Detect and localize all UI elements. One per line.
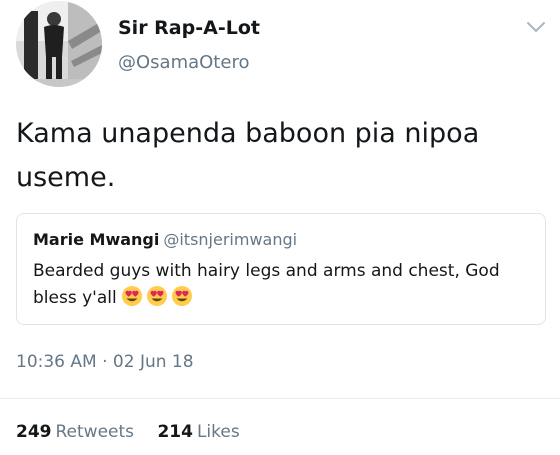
tweet-time: 10:36 AM	[16, 352, 97, 372]
tweet-date: 02 Jun 18	[112, 352, 194, 372]
quoted-tweet-body: Bearded guys with hairy legs and arms an…	[33, 258, 533, 316]
quoted-display-name: Marie Mwangi	[33, 230, 160, 249]
quoted-handle: @itsnjerimwangi	[163, 230, 298, 249]
chevron-down-icon[interactable]	[526, 19, 546, 33]
author-display-name[interactable]: Sir Rap-A-Lot	[118, 17, 260, 39]
retweets-count: 249	[16, 422, 52, 442]
retweets-stat[interactable]: 249 Retweets	[16, 422, 134, 442]
tweet-timestamp[interactable]: 10:36 AM · 02 Jun 18	[16, 352, 194, 372]
avatar[interactable]	[16, 1, 102, 87]
heart-eyes-emoji-icon	[146, 285, 168, 307]
likes-stat[interactable]: 214 Likes	[157, 422, 239, 442]
emoji-group	[121, 285, 196, 316]
quoted-tweet[interactable]: Marie Mwangi @itsnjerimwangi Bearded guys…	[16, 213, 546, 325]
likes-count: 214	[157, 422, 193, 442]
divider	[0, 398, 560, 399]
retweets-label: Retweets	[55, 422, 135, 442]
timestamp-separator: ·	[102, 352, 108, 372]
author-handle[interactable]: @OsamaOtero	[118, 52, 249, 73]
quoted-tweet-header: Marie Mwangi @itsnjerimwangi	[33, 230, 297, 249]
likes-label: Likes	[196, 422, 240, 442]
heart-eyes-emoji-icon	[171, 285, 193, 307]
tweet-text: Kama unapenda baboon pia nipoa useme.	[16, 118, 480, 193]
heart-eyes-emoji-icon	[121, 285, 143, 307]
tweet-stats: 249 Retweets 214 Likes	[16, 422, 258, 442]
quoted-tweet-text: Bearded guys with hairy legs and arms an…	[33, 261, 500, 308]
profile-photo-icon	[16, 1, 102, 87]
